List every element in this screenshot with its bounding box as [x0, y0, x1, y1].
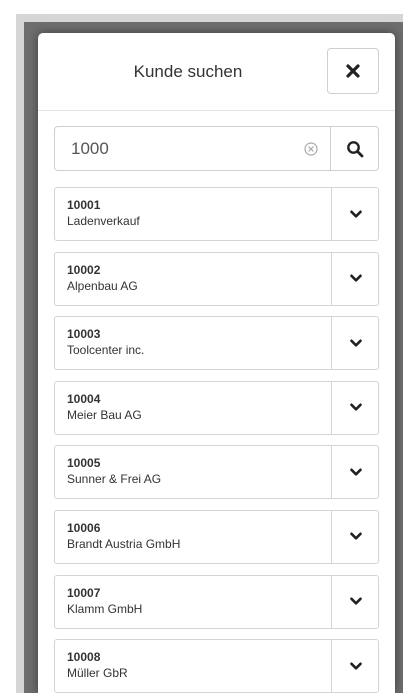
customer-number: 10007: [67, 585, 101, 600]
customer-info[interactable]: 10003 Toolcenter inc.: [55, 317, 331, 369]
customer-info[interactable]: 10005 Sunner & Frei AG: [55, 446, 331, 498]
search-input[interactable]: [55, 127, 295, 170]
expand-button[interactable]: [331, 317, 379, 370]
customer-name: Klamm GmbH: [67, 601, 143, 616]
customer-number: 10005: [67, 456, 101, 471]
dialog-header: Kunde suchen: [38, 33, 395, 111]
customer-name: Sunner & Frei AG: [67, 472, 162, 487]
clear-icon[interactable]: [303, 141, 319, 157]
customer-search-dialog: Kunde suchen 10001 Ladenverkauf 10002Alpen…: [38, 33, 395, 693]
search-icon: [346, 140, 363, 157]
close-icon: [346, 64, 360, 78]
customer-name: Toolcenter inc.: [67, 343, 145, 358]
expand-button[interactable]: [331, 188, 379, 240]
search-bar: [54, 126, 379, 171]
customer-info[interactable]: 10006 Brandt Austria GmbH: [55, 511, 331, 563]
customer-info[interactable]: 10001 Ladenverkauf: [55, 188, 331, 240]
chevron-down-icon: [349, 468, 362, 476]
chevron-down-icon: [349, 339, 362, 347]
customer-number: 10006: [67, 520, 101, 535]
expand-button[interactable]: [331, 381, 379, 434]
dialog-title: Kunde suchen: [133, 62, 243, 81]
customer-info[interactable]: 10002 Alpenbau AG: [55, 253, 331, 305]
chevron-down-icon: [349, 403, 362, 411]
expand-button[interactable]: [331, 640, 379, 693]
customer-number: 10003: [67, 327, 101, 342]
customer-number: 10008: [67, 650, 101, 665]
customer-list-item[interactable]: 10007 Klamm GmbH: [54, 574, 379, 629]
search-button[interactable]: [330, 126, 379, 171]
customer-name: Brandt Austria GmbH: [67, 536, 181, 551]
expand-button[interactable]: [331, 252, 379, 305]
customer-list: 10001 Ladenverkauf 10002 Alpenbau AG 10003 To…: [54, 187, 379, 693]
chevron-down-icon: [349, 210, 362, 218]
search-field: [54, 126, 331, 171]
expand-button[interactable]: [331, 575, 379, 628]
chevron-down-icon: [349, 597, 362, 605]
close-button[interactable]: [327, 48, 379, 94]
customer-list-item[interactable]: 10005 Sunner & Frei AG: [54, 445, 379, 500]
customer-list-item[interactable]: 10003 Toolcenter inc.: [54, 316, 379, 371]
customer-number: 10002: [67, 262, 101, 277]
customer-name: Ladenverkauf: [67, 214, 140, 228]
customer-name: Meier Bau AG: [67, 407, 142, 422]
chevron-down-icon: [349, 274, 362, 282]
customer-list-item[interactable]: 10004 Meier Bau AG: [54, 380, 379, 435]
customer-info[interactable]: 10008 Müller GbR: [55, 640, 331, 692]
customer-name: Alpenbau AG: [67, 278, 138, 293]
customer-number: 10004: [67, 391, 101, 406]
expand-button[interactable]: [331, 510, 379, 563]
customer-list-item[interactable]: 10002 Alpenbau AG: [54, 251, 379, 306]
customer-info[interactable]: 10004 Meier Bau AG: [55, 382, 331, 434]
customer-info[interactable]: 10007 Klamm GmbH: [55, 576, 331, 628]
customer-list-item[interactable]: 10001 Ladenverkauf: [54, 187, 379, 241]
customer-name: Müller GbR: [67, 666, 128, 681]
chevron-down-icon: [349, 532, 362, 541]
customer-number: 10001: [67, 198, 101, 212]
chevron-down-icon: [349, 662, 362, 670]
expand-button[interactable]: [331, 446, 379, 499]
customer-list-item[interactable]: 10008 Müller GbR: [54, 639, 379, 693]
customer-list-item[interactable]: 10006 Brandt Austria GmbH: [54, 509, 379, 564]
